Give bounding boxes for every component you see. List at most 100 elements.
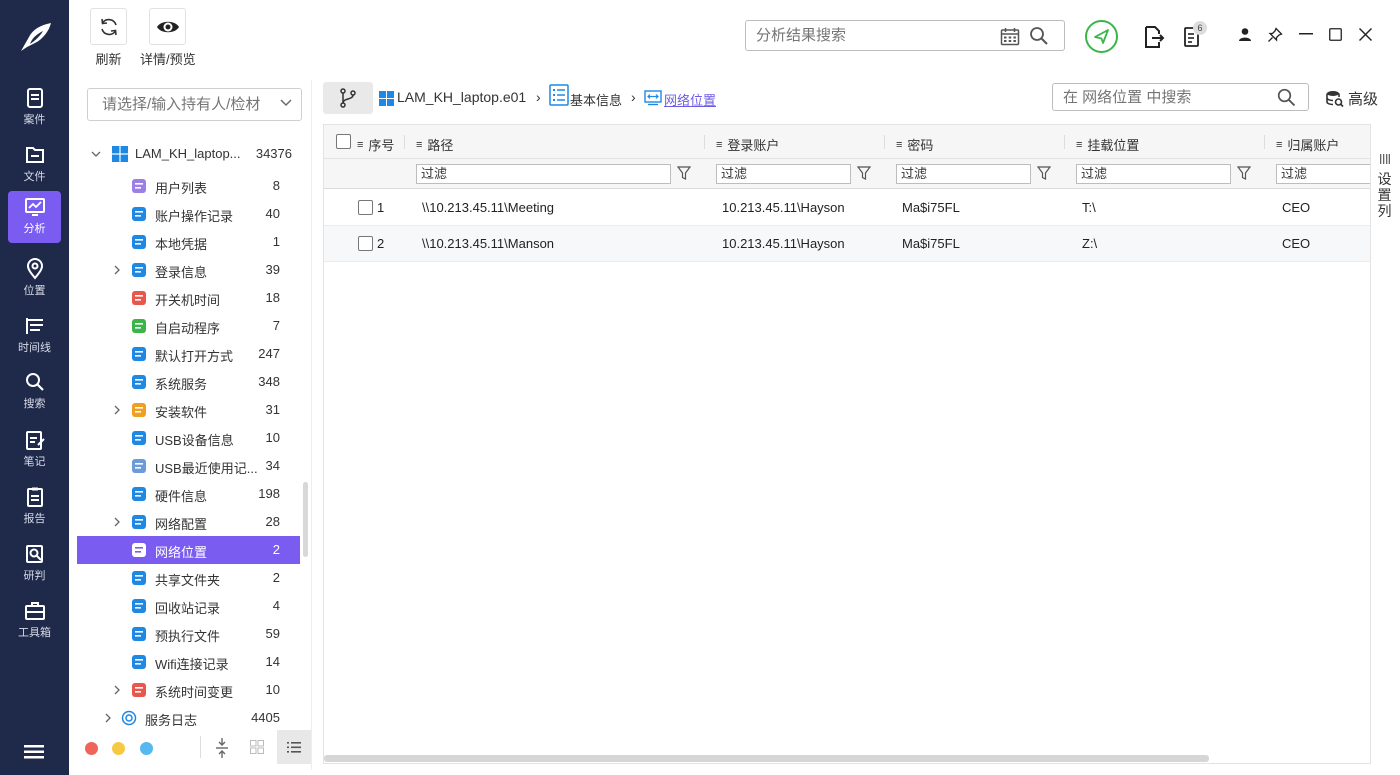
nav-analysis[interactable]: 分析 — [8, 191, 61, 243]
nav-case[interactable]: 案件 — [8, 82, 61, 134]
chevron-right-icon[interactable] — [112, 405, 122, 415]
yellow-dot[interactable] — [112, 742, 125, 755]
tree-root-evidence[interactable]: LAM_KH_laptop... 34376 — [77, 140, 300, 168]
column-divider[interactable] — [404, 135, 405, 149]
nav-timeline[interactable]: 时间线 — [8, 310, 61, 362]
filter-path-input[interactable]: 过滤 — [416, 164, 671, 184]
breadcrumb-evidence[interactable]: LAM_KH_laptop.e01 — [397, 89, 526, 105]
tree-item[interactable]: 系统服务 348 — [77, 368, 300, 396]
filter-icon[interactable] — [677, 166, 691, 181]
row-checkbox[interactable] — [358, 200, 373, 215]
table-search-box[interactable] — [1052, 83, 1309, 111]
tree-item[interactable]: USB最近使用记... 34 — [77, 452, 300, 480]
tree-item[interactable]: USB设备信息 10 — [77, 424, 300, 452]
red-dot[interactable] — [85, 742, 98, 755]
nav-research[interactable]: 研判 — [8, 538, 61, 590]
tree-item[interactable]: 网络位置 2 — [77, 536, 300, 564]
tree-item[interactable]: 回收站记录 4 — [77, 592, 300, 620]
tree-item[interactable]: 预执行文件 59 — [77, 620, 300, 648]
nav-search[interactable]: 搜索 — [8, 366, 61, 418]
column-divider[interactable] — [1264, 135, 1265, 149]
filter-password-input[interactable]: 过滤 — [896, 164, 1031, 184]
column-header-path[interactable]: ≡ 路径 — [416, 135, 453, 154]
nav-file[interactable]: 文件 — [8, 139, 61, 191]
filter-account-input[interactable]: 过滤 — [716, 164, 851, 184]
tree-item[interactable]: 账户操作记录 40 — [77, 200, 300, 228]
breadcrumb-basic-info[interactable]: 基本信息 — [570, 90, 622, 109]
hamburger-menu-icon[interactable] — [24, 744, 44, 760]
tree-item[interactable]: 安装软件 31 — [77, 396, 300, 424]
calendar-icon[interactable] — [1000, 27, 1020, 46]
column-settings-button[interactable]: 设置列 — [1370, 124, 1398, 764]
column-header-mount[interactable]: ≡ 挂载位置 — [1076, 135, 1139, 154]
tree-item[interactable]: 网络配置 28 — [77, 508, 300, 536]
tree-item[interactable]: 共享文件夹 2 — [77, 564, 300, 592]
holder-select[interactable] — [87, 88, 302, 121]
table-search-input[interactable] — [1053, 84, 1263, 110]
table-row[interactable]: 1 \\10.213.45.11\Meeting 10.213.45.11\Ha… — [324, 190, 1371, 226]
column-header-password[interactable]: ≡ 密码 — [896, 135, 933, 154]
search-icon[interactable] — [1277, 88, 1296, 107]
close-icon[interactable] — [1359, 28, 1372, 41]
tree-item[interactable]: 开关机时间 18 — [77, 284, 300, 312]
nav-note[interactable]: 笔记 — [8, 424, 61, 476]
filter-owner-input[interactable]: 过滤 — [1276, 164, 1371, 184]
tree-item-service-log[interactable]: 服务日志 4405 — [77, 704, 300, 732]
column-divider[interactable] — [884, 135, 885, 149]
column-header-owner[interactable]: ≡ 归属账户 — [1276, 135, 1339, 154]
export-icon[interactable] — [1142, 25, 1166, 49]
pin-icon[interactable] — [1267, 27, 1283, 43]
tree-item[interactable]: 本地凭据 1 — [77, 228, 300, 256]
maximize-icon[interactable] — [1329, 28, 1342, 41]
tree-item[interactable]: 用户列表 8 — [77, 172, 300, 200]
filter-icon[interactable] — [1037, 166, 1051, 181]
select-all-checkbox[interactable] — [336, 134, 351, 149]
tree-item[interactable]: Wifi连接记录 14 — [77, 648, 300, 676]
filter-icon[interactable] — [857, 166, 871, 181]
table-row[interactable]: 2 \\10.213.45.11\Manson 10.213.45.11\Hay… — [324, 226, 1371, 262]
collapse-all-icon[interactable] — [215, 738, 229, 758]
chevron-right-icon[interactable] — [112, 265, 122, 275]
nav-report[interactable]: 报告 — [8, 481, 61, 533]
column-header-account[interactable]: ≡ 登录账户 — [716, 135, 779, 154]
refresh-button[interactable]: 刷新 — [90, 8, 127, 68]
tree-item-label: 系统服务 — [155, 377, 208, 392]
tree-item[interactable]: 自启动程序 7 — [77, 312, 300, 340]
column-header-index[interactable]: ≡ 序号 — [357, 135, 394, 154]
preview-button[interactable]: 详情/预览 — [140, 8, 196, 68]
folder-icon — [25, 147, 44, 163]
table-horizontal-scrollbar[interactable] — [324, 755, 1209, 762]
user-icon[interactable] — [1238, 27, 1252, 42]
chevron-right-icon[interactable] — [112, 517, 122, 527]
column-divider[interactable] — [1064, 135, 1065, 149]
hardware-chip-icon — [132, 487, 146, 501]
blue-dot[interactable] — [140, 742, 153, 755]
list-view-button[interactable] — [277, 730, 311, 764]
grid-view-icon[interactable] — [250, 740, 264, 754]
chevron-right-icon[interactable] — [103, 713, 113, 723]
tree-item[interactable]: 硬件信息 198 — [77, 480, 300, 508]
chevron-right-icon[interactable] — [112, 685, 122, 695]
tree-scrollbar[interactable] — [303, 482, 308, 557]
tree-item-label: 网络配置 — [155, 517, 208, 532]
nav-toolbox[interactable]: 工具箱 — [8, 595, 61, 647]
tree-item[interactable]: 系统时间变更 10 — [77, 676, 300, 704]
row-checkbox[interactable] — [358, 236, 373, 251]
breadcrumb-current[interactable]: 网络位置 — [664, 90, 716, 109]
column-divider[interactable] — [704, 135, 705, 149]
tree-item[interactable]: 登录信息 39 — [77, 256, 300, 284]
filter-mount-input[interactable]: 过滤 — [1076, 164, 1231, 184]
filter-icon[interactable] — [1237, 166, 1251, 181]
advanced-search-button[interactable]: 高级 — [1326, 88, 1378, 109]
nav-location[interactable]: 位置 — [8, 253, 61, 305]
minimize-icon[interactable] — [1299, 33, 1313, 35]
result-search-input[interactable] — [746, 21, 986, 50]
nav-research-label: 研判 — [23, 570, 46, 582]
result-search-box[interactable] — [745, 20, 1065, 51]
location-pin-icon[interactable] — [1084, 19, 1119, 54]
holder-select-input[interactable] — [88, 89, 268, 120]
search-icon[interactable] — [1029, 26, 1049, 46]
tree-item[interactable]: 默认打开方式 247 — [77, 340, 300, 368]
chevron-down-icon[interactable] — [91, 149, 101, 159]
branch-button[interactable] — [323, 82, 373, 114]
